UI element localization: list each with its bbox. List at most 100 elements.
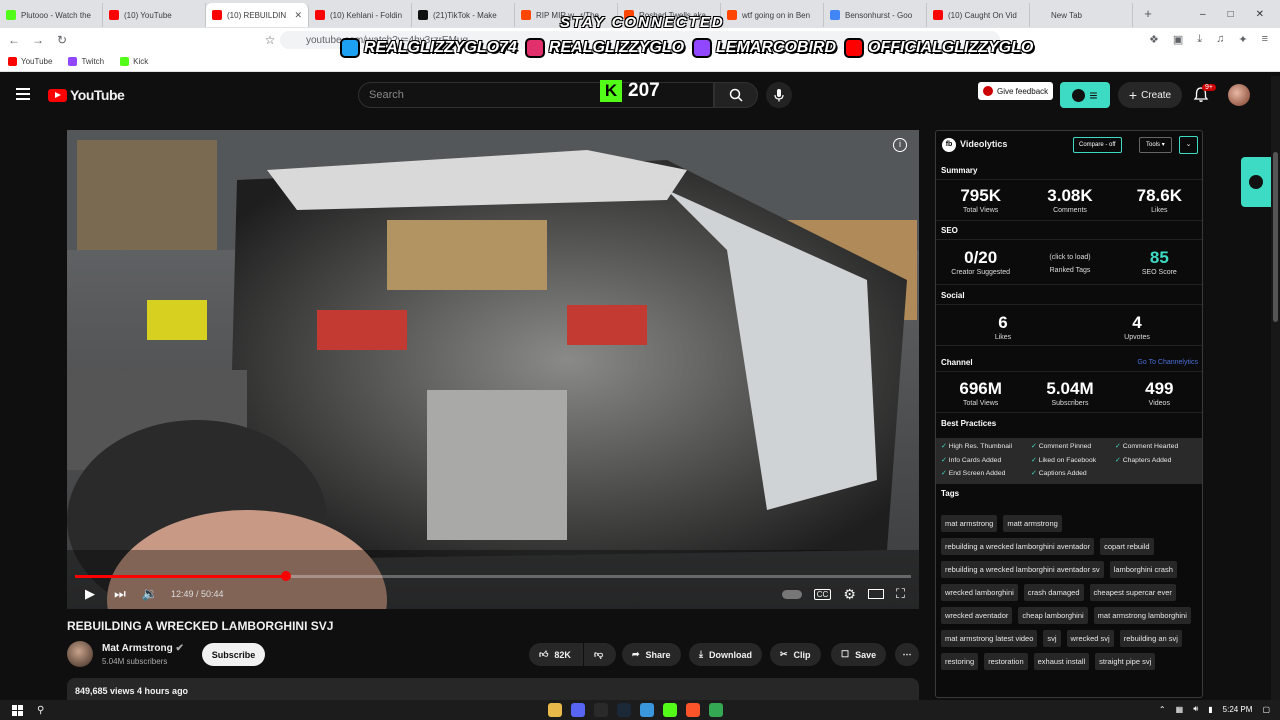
create-button[interactable]: + Create <box>1118 82 1182 108</box>
description-box[interactable]: 849,685 views 4 hours ago <box>67 678 919 702</box>
channel-avatar[interactable] <box>67 641 93 667</box>
tag-chip[interactable]: straight pipe svj <box>1095 653 1156 670</box>
account-avatar[interactable] <box>1228 84 1250 106</box>
music-icon[interactable]: ♫ <box>1216 33 1224 46</box>
clock[interactable]: 5:24 PM <box>1223 705 1253 714</box>
volume-icon[interactable]: 🔊︎ <box>1193 704 1198 714</box>
search-input[interactable]: Search <box>358 82 714 108</box>
back-icon[interactable]: ← <box>4 33 24 47</box>
tag-chip[interactable]: wrecked lamborghini <box>941 584 1018 601</box>
tag-chip[interactable]: wrecked svj <box>1066 630 1114 647</box>
youtube-logo[interactable]: YouTube <box>48 87 125 103</box>
fullscreen-icon[interactable]: ⛶ <box>896 586 905 602</box>
taskbar-app-icon[interactable] <box>686 703 700 717</box>
downloads-icon[interactable]: ⤓ <box>1197 33 1202 46</box>
bookmark-item[interactable]: Kick <box>120 57 148 66</box>
progress-bar[interactable] <box>75 571 911 581</box>
forward-icon[interactable]: → <box>28 33 48 47</box>
scrollbar-thumb[interactable] <box>1273 152 1278 322</box>
new-tab-icon[interactable]: + <box>1139 5 1157 23</box>
download-button[interactable]: ⤓ Download <box>689 643 762 666</box>
tag-chip[interactable]: mat armstrong <box>941 515 998 532</box>
tag-chip[interactable]: mat armstrong lamborghini <box>1093 607 1191 624</box>
tag-chip[interactable]: crash damaged <box>1023 584 1084 601</box>
search-icon[interactable]: ⚲ <box>37 705 44 716</box>
tag-chip[interactable]: rebuilding an svj <box>1119 630 1182 647</box>
reload-icon[interactable]: ↻ <box>52 33 72 47</box>
tag-chip[interactable]: mat armstrong latest video <box>941 630 1038 647</box>
browser-tab[interactable]: (10) Kehlani - Foldin <box>309 3 412 27</box>
play-icon[interactable]: ▶ <box>75 586 105 602</box>
minimize-icon[interactable]: – <box>1200 9 1206 20</box>
theater-mode-icon[interactable] <box>867 589 884 599</box>
bookmark-icon[interactable]: ☆ <box>260 33 280 47</box>
bookmark-item[interactable]: YouTube <box>8 57 52 66</box>
captions-icon[interactable]: CC <box>813 588 832 600</box>
taskbar-app-icon[interactable] <box>663 703 677 717</box>
menu-icon[interactable]: ≡ <box>1262 33 1268 46</box>
tag-chip[interactable]: rebuilding a wrecked lamborghini aventad… <box>941 561 1104 578</box>
tag-chip[interactable]: copart rebuild <box>1100 538 1154 555</box>
taskbar-app-icon[interactable] <box>617 703 631 717</box>
settings-icon[interactable]: ⚙ <box>843 586 856 603</box>
close-tab-icon[interactable]: ✕ <box>294 10 302 21</box>
browser-tab[interactable]: Plutooo - Watch the <box>0 3 103 27</box>
more-actions-button[interactable]: ⋯ <box>895 643 919 666</box>
battery-icon[interactable]: ▮ <box>1208 705 1212 714</box>
maximize-icon[interactable]: □ <box>1228 9 1234 20</box>
channel-name[interactable]: Mat Armstrong ✔ <box>102 643 184 654</box>
tools-dropdown[interactable]: Tools ▾ <box>1139 137 1172 153</box>
tag-chip[interactable]: lamborghini crash <box>1109 561 1177 578</box>
sidebar-icon[interactable]: ▣ <box>1173 33 1183 46</box>
search-button[interactable] <box>714 82 758 108</box>
extensions-icon[interactable]: ❖ <box>1149 33 1159 46</box>
videolytics-side-tab[interactable] <box>1241 157 1271 207</box>
collapse-button[interactable]: ⌄ <box>1179 136 1198 154</box>
give-feedback-button[interactable]: Give feedback <box>978 82 1054 100</box>
subscribe-button[interactable]: Subscribe <box>202 643 265 666</box>
browser-tab[interactable]: (10) REBUILDIN ✕ <box>206 3 309 27</box>
taskbar-app-icon[interactable] <box>709 703 723 717</box>
browser-tab[interactable]: (10) Caught On Vid <box>927 3 1030 27</box>
notifications-icon[interactable]: ▢ <box>1262 705 1270 714</box>
taskbar-app-icon[interactable] <box>594 703 608 717</box>
menu-icon[interactable] <box>16 88 30 100</box>
tray-chevron-icon[interactable]: ⌃ <box>1159 705 1166 714</box>
compare-toggle[interactable]: Compare - off <box>1073 137 1122 153</box>
ai-icon[interactable]: ✦ <box>1238 33 1247 46</box>
tag-chip[interactable]: wrecked aventador <box>941 607 1013 624</box>
browser-tab[interactable]: (21)TikTok - Make <box>412 3 515 27</box>
tag-chip[interactable]: exhaust install <box>1033 653 1090 670</box>
taskbar-app-icon[interactable] <box>571 703 585 717</box>
dislike-button[interactable]: 👎︎ <box>584 643 616 666</box>
go-to-channelytics-link[interactable]: Go To Channelytics <box>1137 359 1198 366</box>
autoplay-toggle[interactable] <box>781 589 802 599</box>
tag-chip[interactable]: restoration <box>984 653 1028 670</box>
network-icon[interactable]: ▦ <box>1176 705 1184 714</box>
volume-icon[interactable]: 🔉 <box>135 586 165 602</box>
videolytics-toggle-button[interactable]: ≡ <box>1060 82 1110 108</box>
browser-tab[interactable]: (10) YouTube <box>103 3 206 27</box>
taskbar-app-icon[interactable] <box>640 703 654 717</box>
browser-tab[interactable]: Bensonhurst - Goo <box>824 3 927 27</box>
tag-chip[interactable]: rebuilding a wrecked lamborghini aventad… <box>941 538 1095 555</box>
tag-chip[interactable]: cheap lamborghini <box>1018 607 1088 624</box>
like-button[interactable]: 👍︎ 82K <box>529 643 583 666</box>
info-icon[interactable]: i <box>893 138 907 152</box>
clip-button[interactable]: ✂ Clip <box>770 643 821 666</box>
next-icon[interactable]: ⏭ <box>105 586 135 602</box>
tag-chip[interactable]: svj <box>1043 630 1061 647</box>
close-window-icon[interactable]: ✕ <box>1256 9 1264 20</box>
browser-tab[interactable]: wtf going on in Ben <box>721 3 824 27</box>
voice-search-button[interactable] <box>766 82 792 108</box>
tag-chip[interactable]: matt armstrong <box>1003 515 1062 532</box>
start-button[interactable] <box>12 704 23 716</box>
tag-chip[interactable]: restoring <box>941 653 979 670</box>
video-player[interactable]: i ▶ ⏭ 🔉 12:49 / 50:44 CC ⚙ ⛶ <box>67 130 919 609</box>
stat-value[interactable]: (click to load) <box>1025 254 1114 261</box>
save-button[interactable]: ☐ Save <box>831 643 887 666</box>
page-scrollbar[interactable] <box>1271 76 1280 700</box>
taskbar-app-icon[interactable] <box>548 703 562 717</box>
tag-chip[interactable]: cheapest supercar ever <box>1089 584 1176 601</box>
scrubber-handle[interactable] <box>281 571 291 581</box>
